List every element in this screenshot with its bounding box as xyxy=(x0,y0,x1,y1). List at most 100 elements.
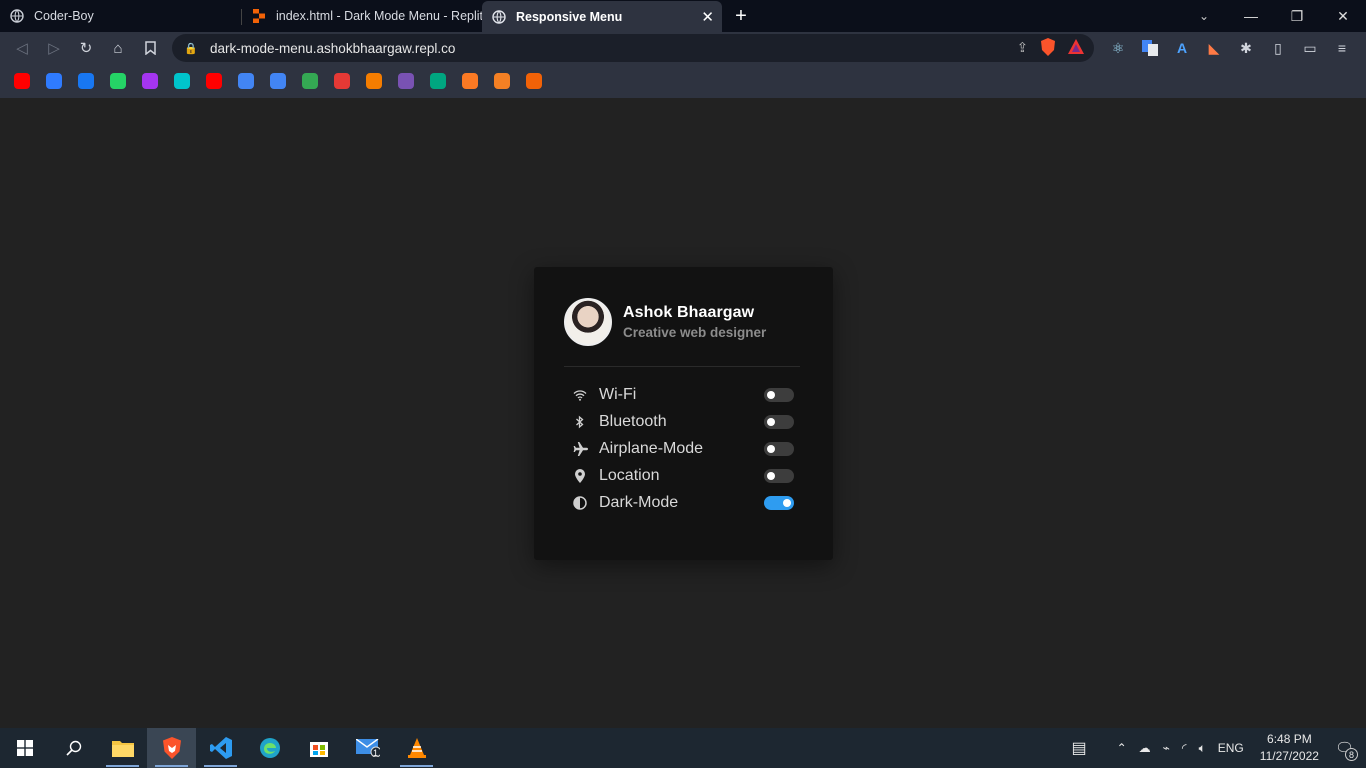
bookmark-icon[interactable] xyxy=(134,32,166,64)
globe-icon xyxy=(10,9,24,23)
youtube-icon[interactable] xyxy=(206,73,222,89)
clock-time: 6:48 PM xyxy=(1267,732,1312,746)
airplane-icon xyxy=(572,441,588,457)
menu-icon[interactable]: ≡ xyxy=(1326,32,1358,64)
file-explorer-icon[interactable] xyxy=(98,728,147,768)
notification-icon[interactable]: 🗨︎ 8 xyxy=(1329,739,1360,761)
network-icon[interactable]: ◜ xyxy=(1176,741,1193,755)
wifi-toggle[interactable] xyxy=(764,388,794,402)
close-tab-icon[interactable]: ✕ xyxy=(701,8,714,26)
menu-item-airplane-mode[interactable]: Airplane-Mode xyxy=(572,435,794,462)
settings-list: Wi-Fi Bluetooth Airplane-Mode Location D xyxy=(572,381,794,516)
xampp-icon[interactable] xyxy=(462,73,478,89)
extensions-area: ⚛ A ◣ ✱ ▯ ▭ ≡ xyxy=(1102,32,1358,64)
youtube-icon[interactable] xyxy=(14,73,30,89)
profile-role: Creative web designer xyxy=(623,325,767,340)
profile-name: Ashok Bhaargaw xyxy=(623,304,755,321)
brave-shields-icon[interactable] xyxy=(1040,37,1056,59)
vlc-icon[interactable] xyxy=(392,728,441,768)
wallet-icon[interactable]: ▭ xyxy=(1294,32,1326,64)
restore-icon[interactable]: ❐ xyxy=(1274,0,1320,32)
menu-item-dark-mode[interactable]: Dark-Mode xyxy=(572,489,794,516)
chevron-up-icon[interactable]: ⌃ xyxy=(1111,741,1133,755)
search-icon[interactable] xyxy=(49,728,98,768)
whatsapp-icon[interactable] xyxy=(110,73,126,89)
menu-item-location[interactable]: Location xyxy=(572,462,794,489)
onedrive-icon[interactable]: ☁ xyxy=(1133,741,1157,755)
reload-icon[interactable]: ↻ xyxy=(70,32,102,64)
location-toggle[interactable] xyxy=(764,469,794,483)
minimize-icon[interactable]: — xyxy=(1228,0,1274,32)
back-icon[interactable]: ◁ xyxy=(6,32,38,64)
udemy-icon[interactable] xyxy=(142,73,158,89)
react-devtools-icon[interactable]: ⚛ xyxy=(1102,32,1134,64)
menu-item-bluetooth[interactable]: Bluetooth xyxy=(572,408,794,435)
clock-date: 11/27/2022 xyxy=(1259,749,1319,763)
language-indicator[interactable]: ENG xyxy=(1212,741,1250,755)
clock[interactable]: 6:48 PM 11/27/2022 xyxy=(1250,731,1329,765)
profile-header: Ashok Bhaargaw Creative web designer xyxy=(564,298,766,346)
toggle-knob xyxy=(767,418,775,426)
font-extension-icon[interactable]: A xyxy=(1166,32,1198,64)
toggle-knob xyxy=(767,445,775,453)
tab-coder-boy[interactable]: Coder-Boy xyxy=(0,1,242,31)
forward-icon[interactable]: ▷ xyxy=(38,32,70,64)
drive-icon[interactable] xyxy=(302,73,318,89)
toggle-knob xyxy=(767,472,775,480)
toggle-knob xyxy=(767,391,775,399)
mail-badge: 1 xyxy=(373,748,379,758)
new-tab-button[interactable]: + xyxy=(726,5,756,28)
notification-badge: 8 xyxy=(1345,748,1358,761)
windows-start-icon[interactable] xyxy=(0,728,49,768)
bootstrap-icon[interactable] xyxy=(398,73,414,89)
replit-icon[interactable] xyxy=(526,73,542,89)
tab-responsive-menu[interactable]: Responsive Menu ✕ xyxy=(482,1,722,33)
canva-icon[interactable] xyxy=(174,73,190,89)
menu-item-label: Dark-Mode xyxy=(599,493,679,511)
url-text: dark-mode-menu.ashokbhaargaw.repl.co xyxy=(210,40,456,56)
airplane-mode-toggle[interactable] xyxy=(764,442,794,456)
settings-menu-card: Ashok Bhaargaw Creative web designer Wi-… xyxy=(534,267,833,560)
vscode-icon[interactable] xyxy=(196,728,245,768)
bluetooth-icon xyxy=(572,414,588,430)
play-icon[interactable] xyxy=(238,73,254,89)
facebook-icon[interactable] xyxy=(78,73,94,89)
window-controls: — ❐ ✕ xyxy=(1228,0,1366,32)
windows-taskbar: 1 ▤ ⌃ ☁ ⌁ ◜ 🔈︎ ENG 6:48 PM 11/27/2022 🗨︎… xyxy=(0,728,1366,768)
menu-item-label: Wi-Fi xyxy=(599,385,637,403)
close-window-icon[interactable]: ✕ xyxy=(1320,0,1366,32)
brave-rewards-icon[interactable] xyxy=(1068,39,1084,57)
home-icon[interactable]: ⌂ xyxy=(102,32,134,64)
tab-search-chevron-icon[interactable]: ⌄ xyxy=(1192,0,1216,32)
calendar-icon[interactable] xyxy=(46,73,62,89)
address-bar[interactable]: 🔒 dark-mode-menu.ashokbhaargaw.repl.co ⇪ xyxy=(172,34,1094,62)
share-icon[interactable]: ⇪ xyxy=(1017,40,1028,56)
menu-item-label: Bluetooth xyxy=(599,412,667,430)
news-widget-icon[interactable]: ▤ xyxy=(1065,738,1092,758)
power-icon[interactable]: ⌁ xyxy=(1157,741,1176,755)
google-translate-icon[interactable] xyxy=(1134,32,1166,64)
translate-icon[interactable] xyxy=(270,73,286,89)
brave-browser-icon[interactable] xyxy=(147,728,196,768)
bluetooth-toggle[interactable] xyxy=(764,415,794,429)
puzzle-icon[interactable]: ✱ xyxy=(1230,32,1262,64)
mail-icon[interactable]: 1 xyxy=(343,728,392,768)
microsoft-store-icon[interactable] xyxy=(294,728,343,768)
lock-icon: 🔒 xyxy=(184,42,198,55)
sidebar-icon[interactable]: ▯ xyxy=(1262,32,1294,64)
menu-item-wifi[interactable]: Wi-Fi xyxy=(572,381,794,408)
page-content: Ashok Bhaargaw Creative web designer Wi-… xyxy=(0,98,1366,728)
system-tray: ▤ ⌃ ☁ ⌁ ◜ 🔈︎ ENG 6:48 PM 11/27/2022 🗨︎ 8 xyxy=(1065,728,1366,768)
extension-arrow-icon[interactable]: ◣ xyxy=(1198,32,1230,64)
avatar[interactable] xyxy=(564,298,612,346)
blogger-icon[interactable] xyxy=(366,73,382,89)
stackoverflow-icon[interactable] xyxy=(494,73,510,89)
edge-icon[interactable] xyxy=(245,728,294,768)
dark-mode-toggle[interactable] xyxy=(764,496,794,510)
download-icon[interactable] xyxy=(334,73,350,89)
tab-title: index.html - Dark Mode Menu - Replit xyxy=(276,9,482,23)
tab-replit[interactable]: index.html - Dark Mode Menu - Replit xyxy=(242,1,482,31)
webflow-icon[interactable] xyxy=(430,73,446,89)
volume-icon[interactable]: 🔈︎ xyxy=(1193,741,1212,756)
menu-item-label: Location xyxy=(599,466,660,484)
